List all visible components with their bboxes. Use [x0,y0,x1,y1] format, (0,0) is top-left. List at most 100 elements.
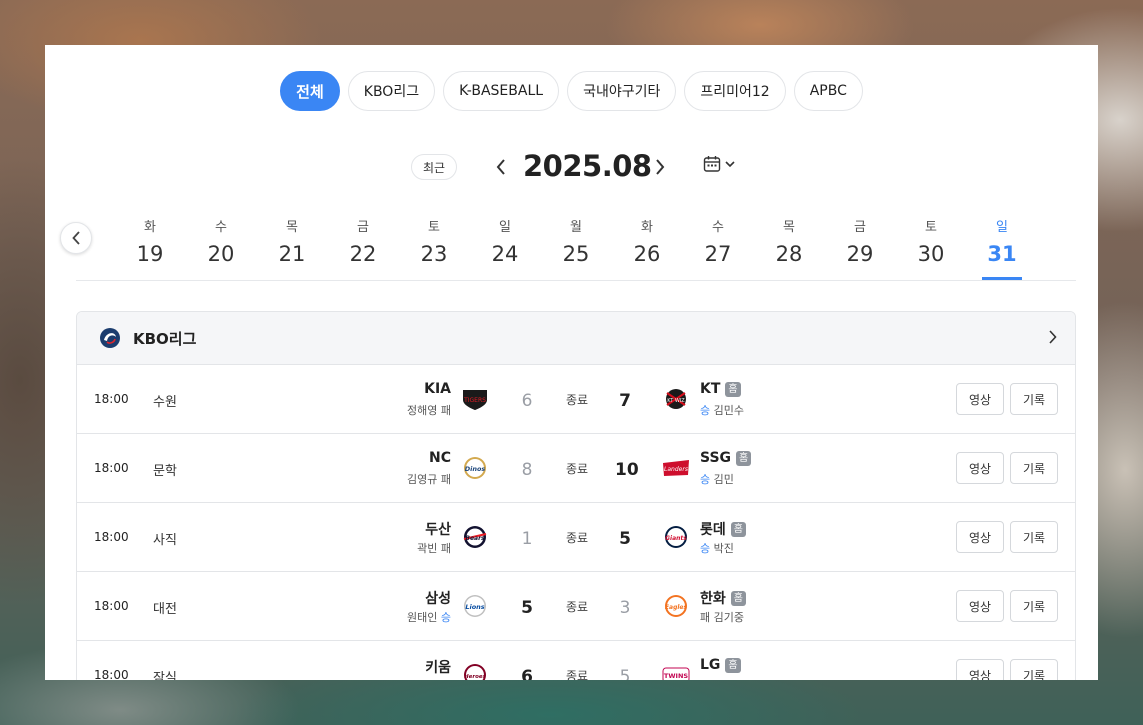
date-weekday: 토 [428,220,440,235]
home-pitcher: 패 김기중 [700,609,744,625]
pitcher-name: 김민수 [713,404,744,417]
date-item[interactable]: 수 27 [683,219,753,268]
game-status: 종료 [565,669,589,680]
record-button[interactable]: 기록 [1010,659,1058,680]
away-score: 6 [521,391,533,411]
away-pitcher: 곽빈 패 [417,540,451,556]
date-weekday: 금 [357,220,369,235]
game-time: 18:00 [94,668,129,680]
record-button[interactable]: 기록 [1010,521,1058,553]
tab-domestic-other[interactable]: 국내야구기타 [567,71,677,111]
team-logo-icon: Landers [663,460,689,476]
away-score: 8 [521,460,533,480]
home-badge: 홈 [725,657,741,673]
home-badge: 홈 [736,450,752,466]
league-schedule-card: KBO리그 18:00 수원 KIA 정해영 패 TIGERS 6 종료 7 K… [76,311,1076,680]
date-item[interactable]: 수 20 [186,219,256,268]
date-weekday: 수 [712,220,724,235]
date-day: 24 [491,242,519,266]
date-weekday: 화 [144,220,156,235]
month-title: 2025.08 [523,149,652,183]
pitcher-name: 박진 [713,542,734,555]
team-logo-icon: KT WIZ [666,389,686,409]
game-status: 종료 [565,393,589,407]
date-item[interactable]: 일 24 [470,219,540,268]
league-header[interactable]: KBO리그 [77,312,1075,365]
team-logo-icon: TWINS [662,667,690,680]
record-button[interactable]: 기록 [1010,452,1058,484]
home-score: 5 [619,529,631,549]
record-button[interactable]: 기록 [1010,590,1058,622]
schedule-panel: 전체 KBO리그 K-BASEBALL 국내야구기타 프리미어12 APBC 최… [45,45,1098,680]
chevron-right-icon [1049,330,1057,344]
home-team-name: 롯데 홈 [700,519,746,539]
home-team-name: 한화 홈 [700,588,746,608]
home-pitcher: 승 박진 [700,540,734,556]
video-button[interactable]: 영상 [956,383,1004,415]
team-logo-icon: Dinos [464,457,486,479]
video-button[interactable]: 영상 [956,521,1004,553]
recent-button[interactable]: 최근 [411,154,457,180]
date-weekday: 수 [215,220,227,235]
date-item-selected[interactable]: 일 31 [967,219,1037,268]
date-item[interactable]: 토 30 [896,219,966,268]
video-button[interactable]: 영상 [956,452,1004,484]
divider [76,280,1076,281]
team-name: 한화 [700,591,726,607]
date-item[interactable]: 목 21 [257,219,327,268]
pitcher-name: 김기중 [713,611,744,624]
home-badge: 홈 [730,521,746,537]
date-item[interactable]: 금 29 [825,219,895,268]
team-logo-icon: Giants [665,526,687,548]
away-score: 6 [521,667,533,680]
video-button[interactable]: 영상 [956,590,1004,622]
game-row: 18:00 문학 NC 김영규 패 Dinos 8 종료 10 Landers … [77,434,1075,503]
tab-kbo-league[interactable]: KBO리그 [347,71,436,111]
date-item[interactable]: 월 25 [541,219,611,268]
game-time: 18:00 [94,530,129,544]
svg-text:TIGERS: TIGERS [463,397,486,404]
date-item[interactable]: 토 23 [399,219,469,268]
chevron-left-icon [496,159,505,175]
tab-apbc[interactable]: APBC [793,71,863,111]
stadium: 수원 [153,395,177,410]
svg-text:Heroes: Heroes [464,674,487,680]
team-name: LG [700,657,721,673]
away-team-name: 키움 [425,660,451,676]
away-team-name: KIA [424,381,451,397]
league-name: KBO리그 [133,329,197,348]
team-logo-icon: Lions [464,595,486,617]
pitcher-result: 승 [700,404,711,417]
team-logo-icon: TIGERS [463,390,487,410]
away-pitcher: 정해영 패 [407,402,451,418]
svg-text:Lions: Lions [465,603,484,611]
date-item[interactable]: 목 28 [754,219,824,268]
video-button[interactable]: 영상 [956,659,1004,680]
svg-text:TWINS: TWINS [664,672,688,680]
calendar-picker-button[interactable] [703,155,735,173]
tab-all[interactable]: 전체 [280,71,340,111]
date-weekday: 일 [499,220,511,235]
date-item[interactable]: 금 22 [328,219,398,268]
svg-text:KT WIZ: KT WIZ [667,398,685,404]
stadium: 사직 [153,533,177,548]
record-button[interactable]: 기록 [1010,383,1058,415]
stadium: 대전 [153,602,177,617]
date-item[interactable]: 화 26 [612,219,682,268]
date-item[interactable]: 화 19 [115,219,185,268]
chevron-right-icon [656,159,665,175]
away-score: 1 [521,529,533,549]
previous-month-button[interactable] [491,156,511,178]
home-pitcher: 승 김민수 [700,402,744,418]
away-team-name: NC [429,450,451,466]
kbo-logo-icon [100,328,120,348]
next-month-button[interactable] [650,156,670,178]
away-team-name: 두산 [425,522,451,538]
previous-dates-button[interactable] [60,222,92,254]
stadium: 문학 [153,464,177,479]
date-day: 26 [633,242,661,266]
tab-premier12[interactable]: 프리미어12 [684,71,786,111]
home-score: 7 [619,391,631,411]
home-team-name: LG 홈 [700,657,741,673]
tab-k-baseball[interactable]: K-BASEBALL [443,71,560,111]
